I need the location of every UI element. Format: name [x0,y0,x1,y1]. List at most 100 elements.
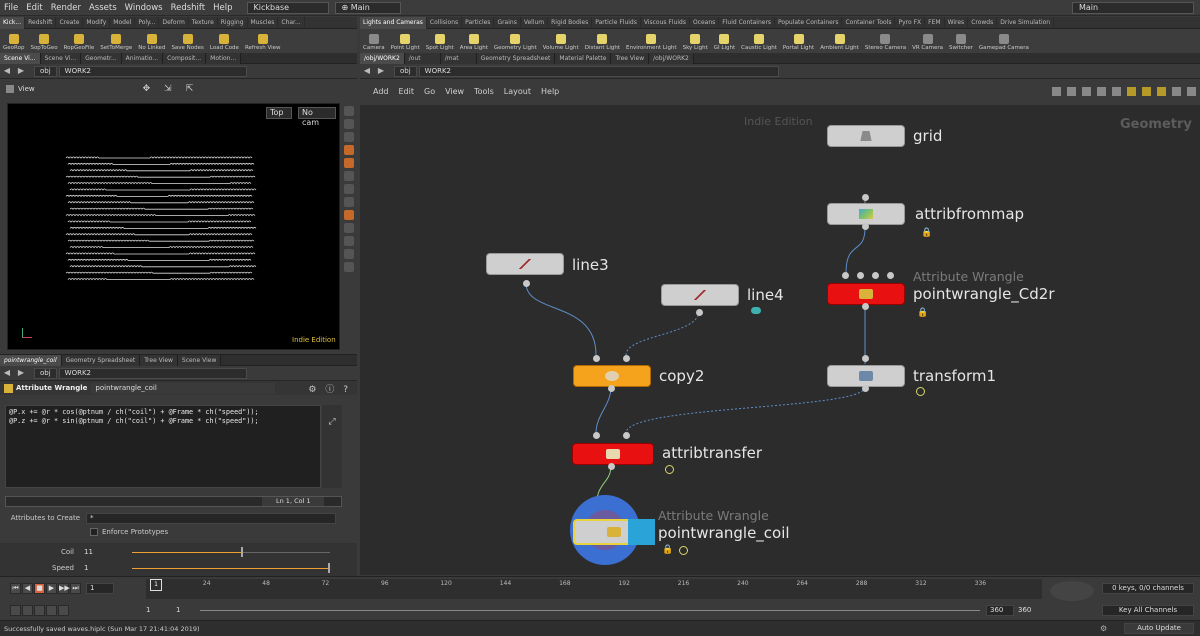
tool-caustic-light[interactable]: Caustic Light [738,33,780,51]
help-icon[interactable] [1187,86,1196,96]
comment-icon[interactable] [751,307,761,314]
path-obj[interactable]: obj [34,367,57,379]
step-forward-icon[interactable]: ▶▶ [58,583,70,594]
auto-update-dropdown[interactable]: Auto Update [1124,623,1194,634]
path-work2[interactable]: WORK2 [58,65,247,77]
lock-icon[interactable] [344,106,354,116]
list-icon[interactable] [1097,86,1106,96]
attributes-input[interactable]: * [86,512,336,524]
keyframe-dial-icon[interactable] [1050,581,1094,601]
tab-scene-view[interactable]: Scene View [177,354,222,366]
visualizer-icon[interactable] [344,262,354,272]
tool-ambient-light[interactable]: Ambient Light [817,33,862,51]
output-dot[interactable] [696,309,703,316]
tool-volume-light[interactable]: Volume Light [540,33,582,51]
node-attribfrommap[interactable] [827,203,905,225]
current-frame-input[interactable]: 1 [86,583,114,594]
output-dot[interactable] [862,223,869,230]
camera-icon[interactable] [344,249,354,259]
input-dot[interactable] [887,272,894,279]
wireframe-icon[interactable] [344,158,354,168]
cook-icon[interactable]: ⚙ [1100,624,1107,633]
shelf-tab-fem[interactable]: FEM [925,16,945,29]
gear-icon[interactable]: ⚙ ⓘ ? [308,382,351,395]
tab-animation[interactable]: Animatio... [121,52,164,64]
timeline-bar[interactable]: 1 24 48 72 96 120 144 168 192 216 240 264 288 312 336 [146,579,1042,599]
node-attribtransfer[interactable] [572,443,654,465]
tool-stereo-camera[interactable]: Stereo Camera [862,33,909,51]
net-menu-edit[interactable]: Edit [394,87,420,96]
range-end-2[interactable]: 360 [1018,606,1031,614]
network-editor[interactable]: Indie Edition Geometry grid attribfromma… [360,105,1200,575]
tool-environment-light[interactable]: Environment Light [623,33,680,51]
shelf-tab-rigid[interactable]: Rigid Bodies [548,16,593,29]
tab-out[interactable]: /out [404,52,441,64]
audio-icon[interactable] [46,605,57,616]
lock-icon[interactable]: 🔒 [917,308,928,318]
orbit-icon[interactable]: ✥ [143,84,151,94]
go-end-icon[interactable]: ⏭ [70,583,81,594]
menu-render[interactable]: Render [47,0,85,16]
node-grid[interactable] [827,125,905,147]
shelf-tab-create[interactable]: Create [56,16,84,29]
tool-refresh-view[interactable]: Refresh View [242,33,284,51]
shelf-tab-texture[interactable]: Texture [189,16,218,29]
menu-file[interactable]: File [0,0,22,16]
tool-area-light[interactable]: Area Light [457,33,491,51]
input-dot[interactable] [593,355,600,362]
path-work2[interactable]: WORK2 [58,367,247,379]
desktop-dropdown[interactable]: Kickbase [246,1,329,14]
tool-gi-light[interactable]: GI Light [711,33,738,51]
pan-icon[interactable]: ⇲ [164,84,172,94]
tab-scene-view-1[interactable]: Scene Vi... [0,52,41,64]
tab-tree-view[interactable]: Tree View [140,354,178,366]
shelf-tab-char[interactable]: Char... [278,16,305,29]
zoom-icon[interactable]: ⇱ [186,84,194,94]
vex-code-editor[interactable]: @P.x += @r * cos(@ptnum / ch("coil") + @… [5,405,321,488]
coil-slider[interactable] [132,547,330,557]
input-dot[interactable] [862,355,869,362]
right-context-dropdown[interactable]: Main [1072,2,1194,14]
realtime-icon[interactable] [22,605,33,616]
light-icon[interactable] [344,184,354,194]
node-name-field[interactable]: pointwrangle_coil [91,382,276,394]
back-icon[interactable]: ◀ [2,66,12,76]
shelf-tab-muscles[interactable]: Muscles [248,16,279,29]
ghost-icon[interactable] [344,145,354,155]
shelf-tab-rigging[interactable]: Rigging [218,16,248,29]
lock-icon[interactable]: 🔒 [662,545,673,555]
grid-icon[interactable] [344,236,354,246]
net-menu-layout[interactable]: Layout [499,87,536,96]
output-dot[interactable] [523,280,530,287]
shelf-tab-fluid-containers[interactable]: Fluid Containers [719,16,776,29]
folder-icon[interactable] [1157,86,1166,96]
tab-composite[interactable]: Composit... [163,52,207,64]
tool-georop[interactable]: GeoRop [0,33,27,51]
tool-ropgeofile[interactable]: RopGeoFile [61,33,98,51]
input-dot[interactable] [593,432,600,439]
tab-obj-work2[interactable]: /obj/WORK2 [360,52,405,64]
tool-soptogeo[interactable]: SopToGeo [27,33,60,51]
cache-icon[interactable] [34,605,45,616]
shelf-tab-deform[interactable]: Deform [159,16,189,29]
path-obj[interactable]: obj [34,65,57,77]
shelf-tab-container-tools[interactable]: Container Tools [842,16,896,29]
shelf-tab-crowds[interactable]: Crowds [968,16,998,29]
display-flag[interactable] [628,519,655,545]
net-menu-tools[interactable]: Tools [469,87,499,96]
menu-redshift[interactable]: Redshift [167,0,210,16]
shelf-tab-poly[interactable]: Poly... [135,16,160,29]
shelf-tab-collisions[interactable]: Collisions [427,16,463,29]
3d-viewport[interactable]: Top No cam Indie Edition [7,103,340,350]
net-menu-add[interactable]: Add [368,87,394,96]
step-back-icon[interactable]: ◀ [22,583,33,594]
normals-icon[interactable] [344,223,354,233]
coil-input[interactable]: 11 [80,546,132,558]
tool-point-light[interactable]: Point Light [388,33,423,51]
snap-icon[interactable] [344,132,354,142]
menu-windows[interactable]: Windows [121,0,167,16]
context-dropdown[interactable]: ⊕ Main [334,1,401,14]
settings-icon[interactable] [58,605,69,616]
tab-pointwrangle-coil[interactable]: pointwrangle_coil [0,354,62,366]
shelf-tab-pyro[interactable]: Pyro FX [895,16,926,29]
